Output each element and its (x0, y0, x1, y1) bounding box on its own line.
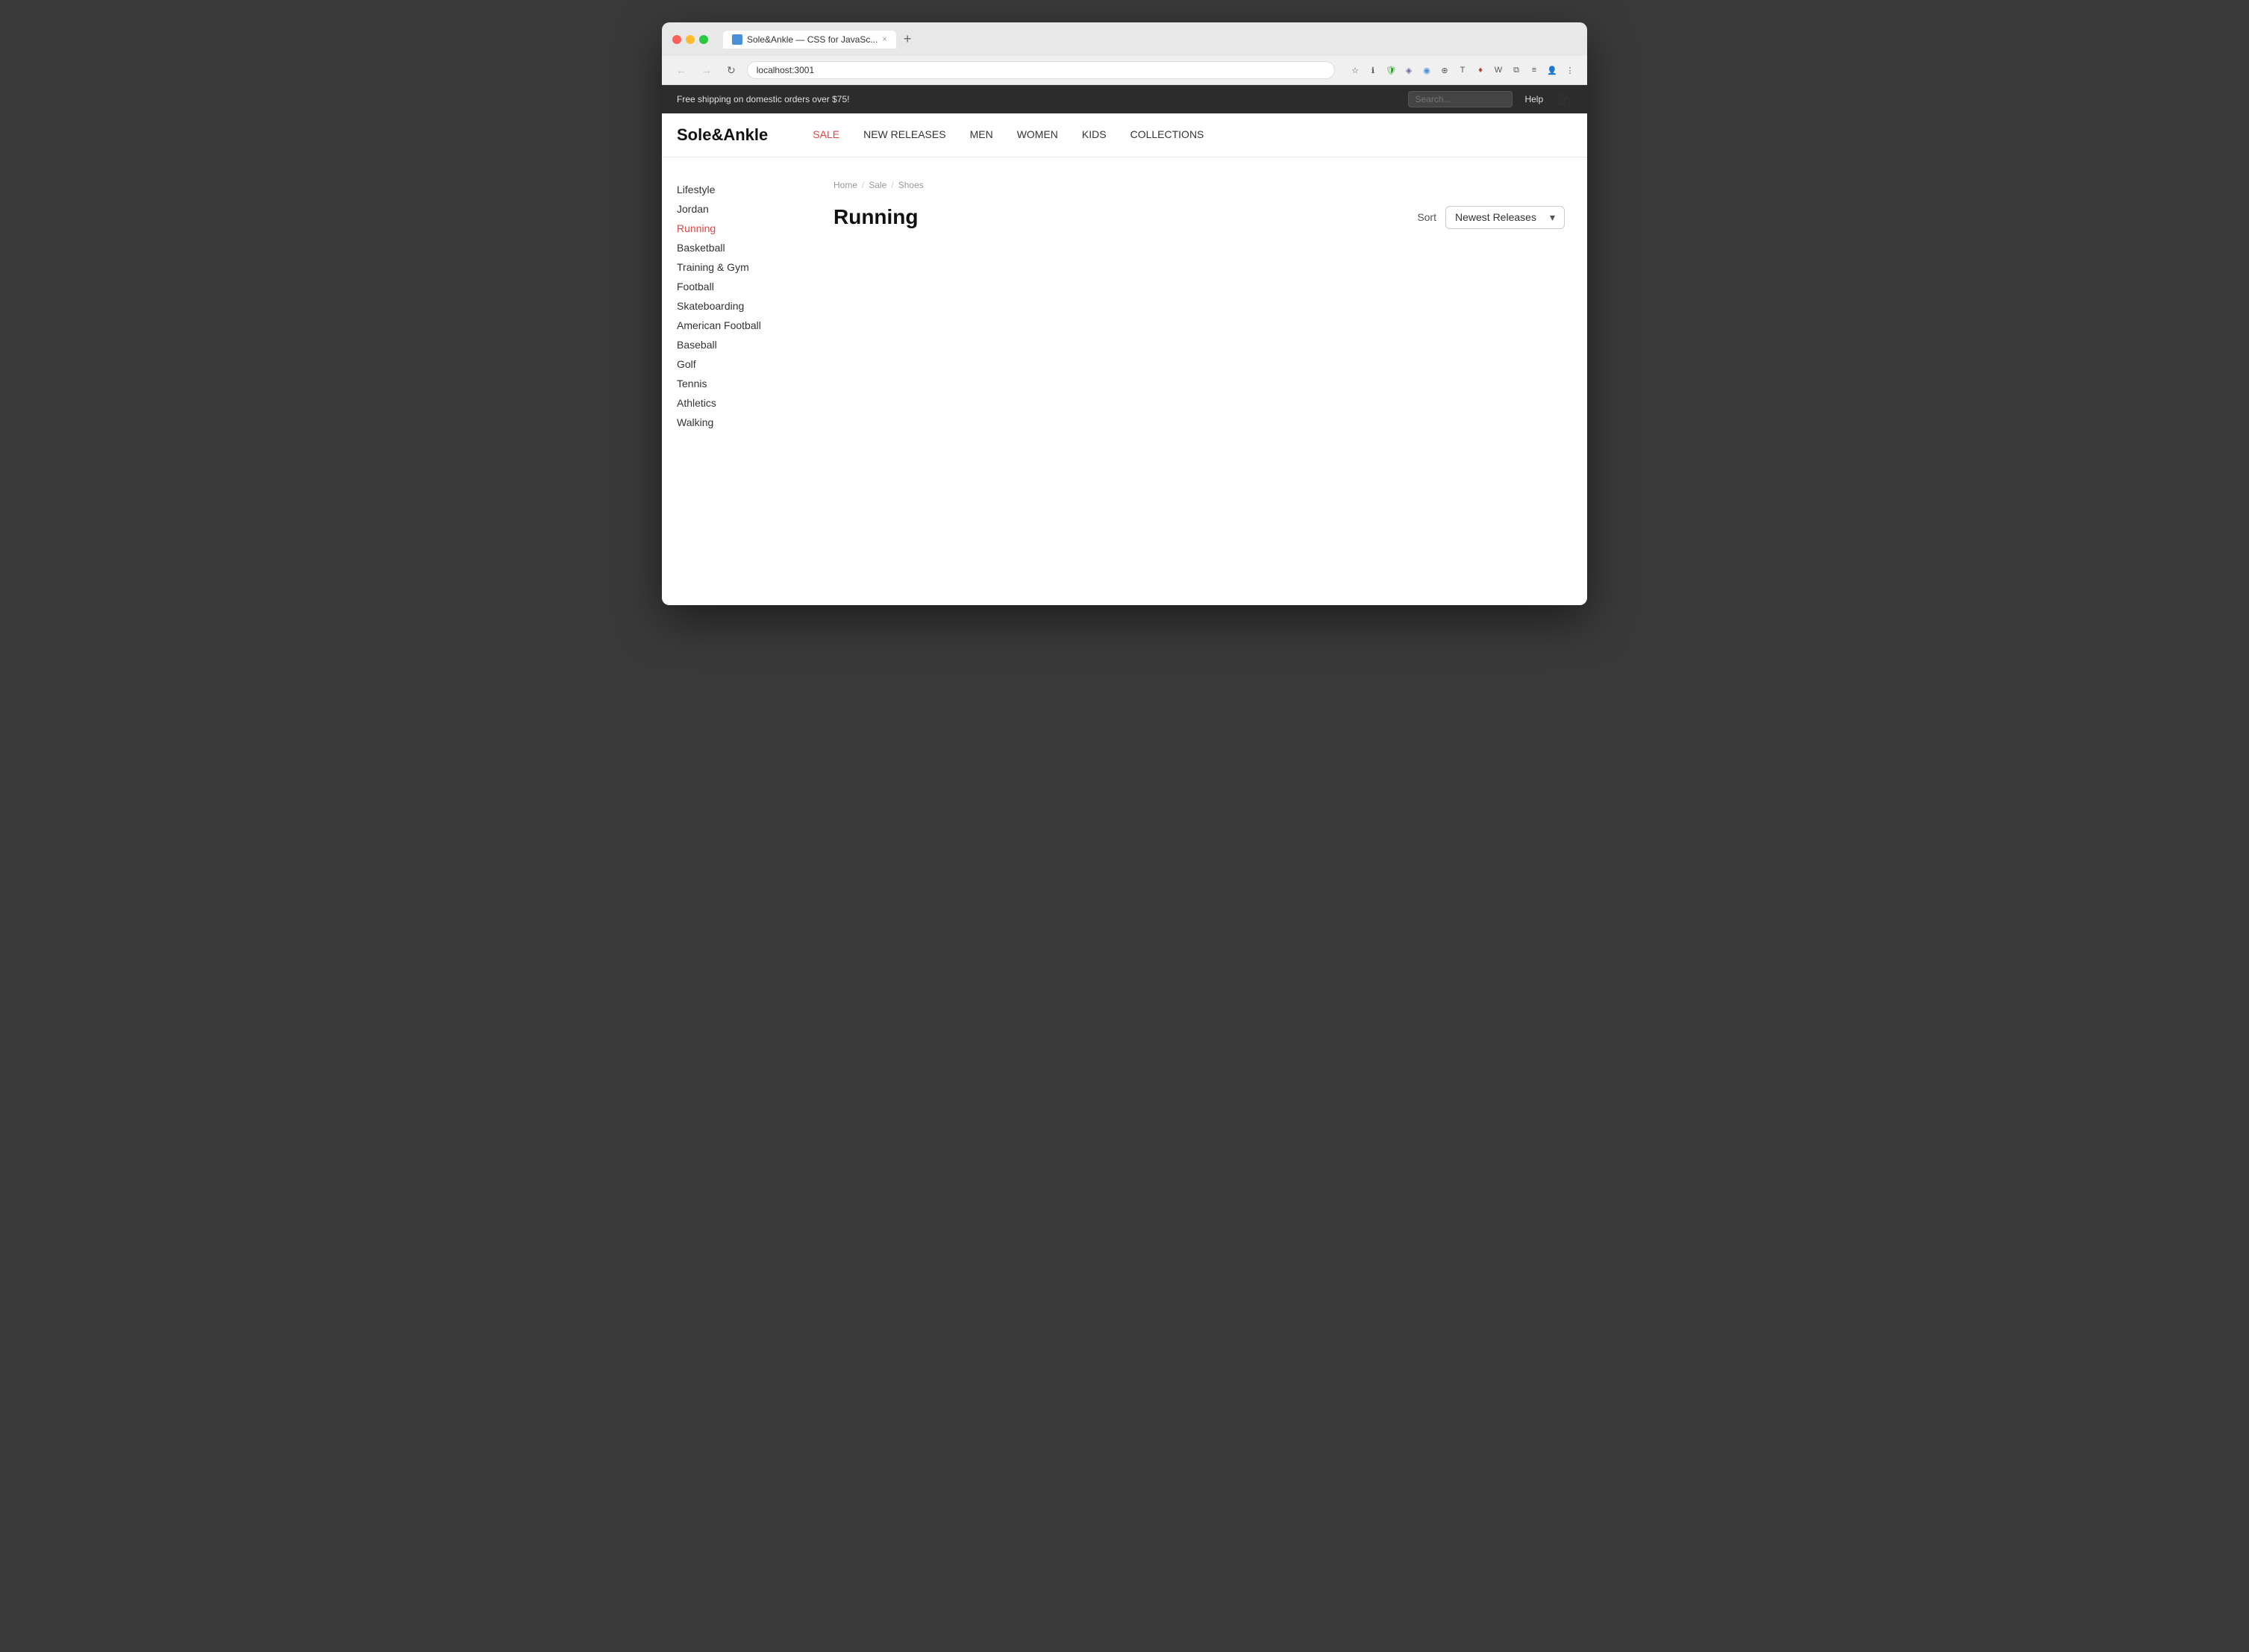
sidebar-item-running[interactable]: Running (677, 219, 796, 238)
search-input[interactable] (1408, 91, 1513, 107)
nav-sale[interactable]: SALE (813, 128, 839, 140)
address-bar-area: ← → ↻ localhost:3001 ☆ ℹ 🛡 ◈ ◉ ⊕ T ♦ W ⧉… (662, 56, 1587, 85)
refresh-button[interactable]: ↻ (723, 62, 739, 79)
sidebar-item-jordan[interactable]: Jordan (677, 199, 796, 219)
site-logo[interactable]: Sole&Ankle (677, 125, 768, 145)
nav-kids[interactable]: KIDS (1082, 128, 1107, 140)
extension-icon-5[interactable]: ♦ (1474, 63, 1487, 77)
tab-close-button[interactable]: × (882, 35, 886, 44)
extension-icon-6[interactable]: W (1492, 63, 1505, 77)
sidebar-item-baseball[interactable]: Baseball (677, 335, 796, 354)
menu-icon[interactable]: ⋮ (1563, 63, 1577, 77)
banner-right: Help 🛍 (1408, 91, 1572, 107)
sort-label: Sort (1417, 211, 1436, 223)
extension-icon-3[interactable]: ⊕ (1438, 63, 1451, 77)
breadcrumb-sep-1: / (862, 180, 864, 190)
active-tab[interactable]: Sole&Ankle — CSS for JavaSc... × (723, 31, 896, 49)
nav-men[interactable]: MEN (970, 128, 993, 140)
security-icon[interactable]: 🛡 (1384, 63, 1398, 77)
back-button[interactable]: ← (672, 62, 690, 78)
sidebar-item-walking[interactable]: Walking (677, 413, 796, 432)
promo-banner: Free shipping on domestic orders over $7… (662, 85, 1587, 113)
nav-women[interactable]: WOMEN (1017, 128, 1058, 140)
breadcrumb: Home / Sale / Shoes (833, 172, 1565, 190)
info-icon[interactable]: ℹ (1366, 63, 1380, 77)
category-sidebar: Lifestyle Jordan Running Basketball Trai… (662, 157, 811, 605)
main-nav: Sole&Ankle SALE NEW RELEASES MEN WOMEN K… (662, 113, 1587, 157)
main-content: Home / Sale / Shoes Running Sort Newest … (811, 157, 1587, 605)
sidebar-item-training[interactable]: Training & Gym (677, 257, 796, 277)
breadcrumb-home[interactable]: Home (833, 180, 857, 190)
sidebar-item-basketball[interactable]: Basketball (677, 238, 796, 257)
close-button[interactable] (672, 35, 681, 44)
sort-area: Sort Newest Releases ▾ (1417, 206, 1565, 229)
page-content: Free shipping on domestic orders over $7… (662, 85, 1587, 605)
extension-icon-2[interactable]: ◉ (1420, 63, 1433, 77)
extension-icon-7[interactable]: ⧉ (1510, 63, 1523, 77)
nav-links: SALE NEW RELEASES MEN WOMEN KIDS COLLECT… (813, 128, 1204, 142)
sidebar-item-tennis[interactable]: Tennis (677, 374, 796, 393)
browser-extension-icons: ☆ ℹ 🛡 ◈ ◉ ⊕ T ♦ W ⧉ ≡ 👤 ⋮ (1348, 63, 1577, 77)
extension-icon-8[interactable]: ≡ (1527, 63, 1541, 77)
sort-value: Newest Releases (1455, 211, 1536, 223)
tab-favicon (732, 34, 742, 45)
sidebar-item-lifestyle[interactable]: Lifestyle (677, 180, 796, 199)
sidebar-item-football[interactable]: Football (677, 277, 796, 296)
page-header: Running Sort Newest Releases ▾ (833, 205, 1565, 229)
main-area: Lifestyle Jordan Running Basketball Trai… (662, 157, 1587, 605)
nav-collections[interactable]: COLLECTIONS (1130, 128, 1204, 140)
banner-search-area (1408, 91, 1513, 107)
cart-icon[interactable]: 🛍 (1555, 92, 1572, 107)
tab-title: Sole&Ankle — CSS for JavaSc... (747, 34, 878, 45)
user-avatar[interactable]: 👤 (1545, 63, 1559, 77)
sidebar-item-skateboarding[interactable]: Skateboarding (677, 296, 796, 316)
extension-icon-4[interactable]: T (1456, 63, 1469, 77)
new-tab-button[interactable]: + (899, 30, 916, 49)
breadcrumb-sale[interactable]: Sale (869, 180, 886, 190)
page-title: Running (833, 205, 919, 229)
forward-button[interactable]: → (698, 62, 716, 78)
maximize-button[interactable] (699, 35, 708, 44)
chevron-down-icon: ▾ (1550, 211, 1555, 224)
bookmark-icon[interactable]: ☆ (1348, 63, 1362, 77)
titlebar: Sole&Ankle — CSS for JavaSc... × + (662, 22, 1587, 56)
sidebar-item-american-football[interactable]: American Football (677, 316, 796, 335)
sort-dropdown[interactable]: Newest Releases ▾ (1445, 206, 1565, 229)
tab-bar: Sole&Ankle — CSS for JavaSc... × + (723, 30, 916, 49)
url-text: localhost:3001 (757, 65, 814, 75)
sidebar-item-athletics[interactable]: Athletics (677, 393, 796, 413)
minimize-button[interactable] (686, 35, 695, 44)
browser-window: Sole&Ankle — CSS for JavaSc... × + ← → ↻… (662, 22, 1587, 605)
breadcrumb-shoes[interactable]: Shoes (898, 180, 924, 190)
breadcrumb-sep-2: / (891, 180, 893, 190)
url-bar[interactable]: localhost:3001 (747, 61, 1335, 79)
help-link[interactable]: Help (1524, 94, 1543, 104)
sidebar-item-golf[interactable]: Golf (677, 354, 796, 374)
promo-message: Free shipping on domestic orders over $7… (677, 94, 849, 104)
nav-new-releases[interactable]: NEW RELEASES (863, 128, 945, 140)
traffic-lights (672, 35, 708, 44)
extension-icon-1[interactable]: ◈ (1402, 63, 1416, 77)
